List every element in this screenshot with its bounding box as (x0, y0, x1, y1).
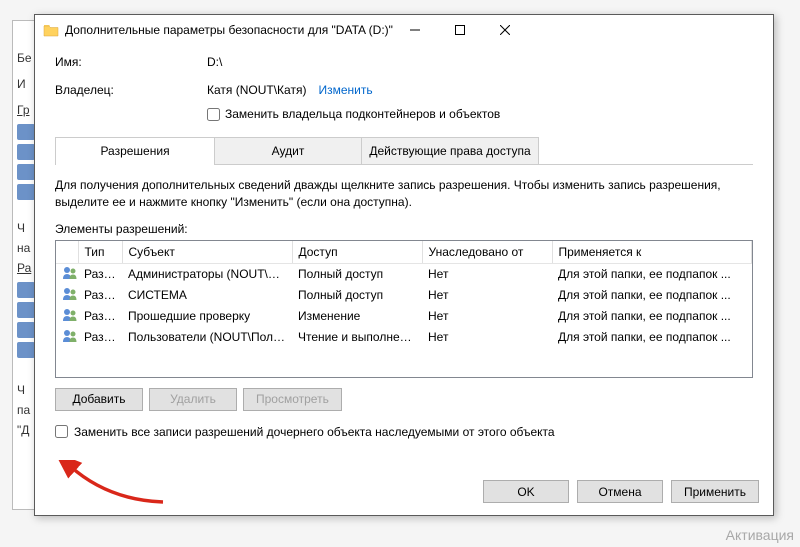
table-row[interactable]: Разр...Прошедшие проверкуИзменениеНетДля… (56, 306, 752, 327)
cancel-button[interactable]: Отмена (577, 480, 663, 503)
cell-type: Разр... (78, 327, 122, 348)
tab-permissions[interactable]: Разрешения (55, 137, 215, 164)
col-type[interactable]: Тип (78, 241, 122, 264)
col-applies[interactable]: Применяется к (552, 241, 752, 264)
remove-button[interactable]: Удалить (149, 388, 237, 411)
advanced-security-dialog: Дополнительные параметры безопасности дл… (34, 14, 774, 516)
cell-inherited: Нет (422, 327, 552, 348)
maximize-button[interactable] (438, 16, 483, 45)
replace-owner-checkbox[interactable] (207, 108, 220, 121)
minimize-button[interactable] (393, 16, 438, 45)
tab-audit[interactable]: Аудит (214, 137, 362, 164)
replace-owner-label: Заменить владельца подконтейнеров и объе… (225, 107, 500, 121)
cell-inherited: Нет (422, 285, 552, 306)
owner-value: Катя (NOUT\Катя) (207, 83, 306, 97)
cell-subject: Прошедшие проверку (122, 306, 292, 327)
dialog-footer: OK Отмена Применить (35, 470, 773, 515)
col-subject[interactable]: Субъект (122, 241, 292, 264)
cell-subject: СИСТЕМА (122, 285, 292, 306)
cell-access: Чтение и выполнение (292, 327, 422, 348)
tab-strip: Разрешения Аудит Действующие права досту… (55, 137, 753, 165)
tab-effective-access[interactable]: Действующие права доступа (361, 137, 539, 164)
cell-access: Изменение (292, 306, 422, 327)
replace-child-label: Заменить все записи разрешений дочернего… (74, 425, 555, 439)
view-button[interactable]: Просмотреть (243, 388, 342, 411)
folder-icon (43, 23, 59, 37)
table-row[interactable]: Разр...Пользователи (NOUT\Польз...Чтение… (56, 327, 752, 348)
cell-inherited: Нет (422, 263, 552, 285)
cell-applies: Для этой папки, ее подпапок ... (552, 306, 752, 327)
window-title: Дополнительные параметры безопасности дл… (65, 23, 393, 37)
replace-child-checkbox[interactable] (55, 425, 68, 438)
table-row[interactable]: Разр...СИСТЕМАПолный доступНетДля этой п… (56, 285, 752, 306)
close-button[interactable] (483, 16, 528, 45)
cell-access: Полный доступ (292, 285, 422, 306)
activation-watermark: Активация (720, 523, 800, 547)
cell-applies: Для этой папки, ее подпапок ... (552, 285, 752, 306)
cell-applies: Для этой папки, ее подпапок ... (552, 327, 752, 348)
col-inherited[interactable]: Унаследовано от (422, 241, 552, 264)
cell-type: Разр... (78, 306, 122, 327)
cell-access: Полный доступ (292, 263, 422, 285)
add-button[interactable]: Добавить (55, 388, 143, 411)
permissions-section-label: Элементы разрешений: (55, 222, 753, 236)
instructions-text: Для получения дополнительных сведений дв… (55, 177, 753, 212)
owner-label: Владелец: (55, 83, 207, 97)
cell-subject: Пользователи (NOUT\Польз... (122, 327, 292, 348)
table-row[interactable]: Разр...Администраторы (NOUT\Ад...Полный … (56, 263, 752, 285)
apply-button[interactable]: Применить (671, 480, 759, 503)
name-label: Имя: (55, 55, 207, 69)
cell-type: Разр... (78, 285, 122, 306)
name-value: D:\ (207, 55, 222, 69)
col-access[interactable]: Доступ (292, 241, 422, 264)
permissions-table[interactable]: Тип Субъект Доступ Унаследовано от Приме… (55, 240, 753, 378)
cell-subject: Администраторы (NOUT\Ад... (122, 263, 292, 285)
ok-button[interactable]: OK (483, 480, 569, 503)
change-owner-link[interactable]: Изменить (318, 83, 372, 97)
cell-type: Разр... (78, 263, 122, 285)
cell-applies: Для этой папки, ее подпапок ... (552, 263, 752, 285)
cell-inherited: Нет (422, 306, 552, 327)
titlebar: Дополнительные параметры безопасности дл… (35, 15, 773, 45)
